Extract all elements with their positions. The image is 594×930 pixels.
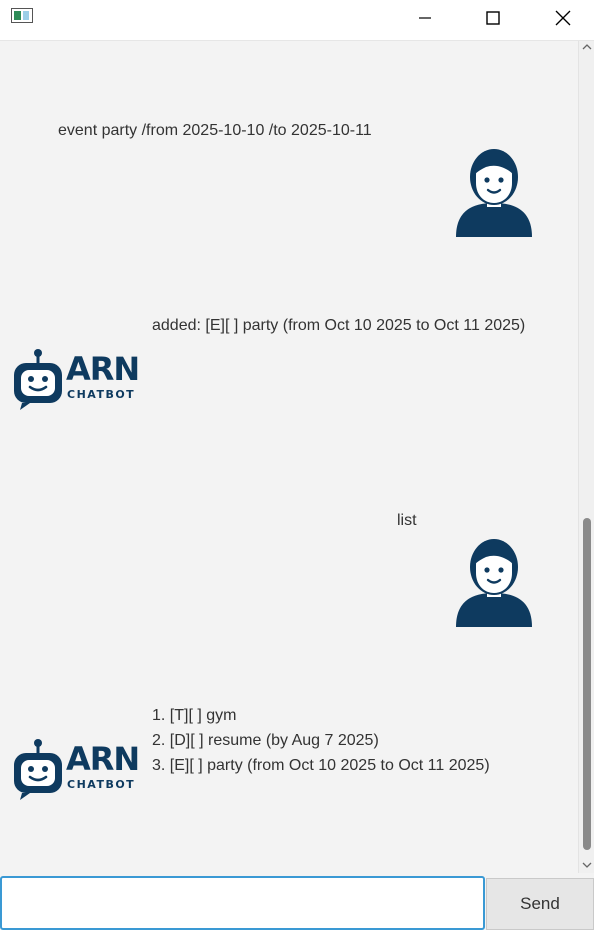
bot-message-text: added: [E][ ] party (from Oct 10 2025 to… [152, 317, 526, 334]
minimize-icon [419, 17, 431, 19]
input-bar: Send [0, 874, 594, 930]
close-button[interactable] [540, 0, 586, 36]
user-avatar-icon [452, 145, 536, 237]
chat-area[interactable]: event party /from 2025-10-10 /to 2025-10… [0, 41, 578, 873]
maximize-button[interactable] [470, 0, 516, 36]
list-item: 3. [E][ ] party (from Oct 10 2025 to Oct… [152, 757, 490, 774]
bot-logo: ARN CHATBOT [12, 348, 140, 410]
minimize-button[interactable] [402, 0, 448, 36]
user-avatar-icon [452, 535, 536, 627]
list-item: 2. [D][ ] resume (by Aug 7 2025) [152, 732, 379, 749]
vertical-scrollbar[interactable] [578, 41, 594, 873]
bot-logo-name: ARN [66, 740, 140, 778]
user-message-text: event party /from 2025-10-10 /to 2025-10… [58, 122, 372, 139]
bot-logo-name: ARN [66, 350, 140, 388]
bot-logo: ARN CHATBOT [12, 738, 140, 800]
bot-logo-subtitle: CHATBOT [67, 778, 136, 791]
list-item: 1. [T][ ] gym [152, 707, 237, 724]
robot-icon [14, 739, 62, 800]
bot-logo-subtitle: CHATBOT [67, 388, 136, 401]
maximize-icon [486, 11, 500, 25]
scroll-up-arrow-icon[interactable] [581, 43, 593, 53]
scroll-down-arrow-icon[interactable] [581, 861, 593, 871]
user-message-text: list [397, 512, 417, 529]
close-icon [555, 10, 571, 26]
app-window-icon [11, 8, 33, 23]
title-bar [0, 0, 594, 41]
message-input[interactable] [0, 876, 485, 930]
bot-message-list: 1. [T][ ] gym 2. [D][ ] resume (by Aug 7… [152, 703, 490, 778]
scrollbar-thumb[interactable] [583, 518, 591, 850]
robot-icon [14, 349, 62, 410]
send-button[interactable]: Send [486, 878, 594, 930]
